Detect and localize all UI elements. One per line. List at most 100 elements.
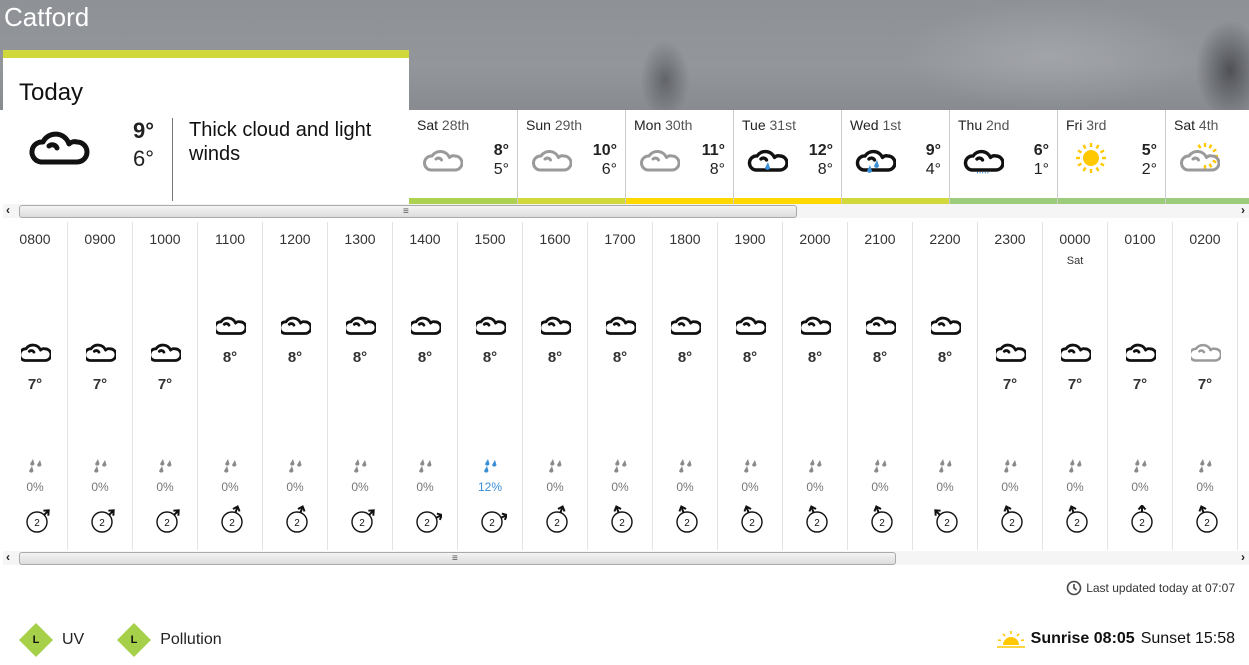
wind-speed: 2 <box>424 518 430 529</box>
wind-speed: 2 <box>229 518 235 529</box>
day-tab[interactable]: Sat 28th 8° 5° <box>409 110 517 204</box>
hour-column[interactable]: 2100 8° 0% 2 <box>848 222 913 550</box>
thick-cloud-icon <box>29 131 90 165</box>
heavy-rain-icon <box>855 149 896 173</box>
thick-cloud-icon <box>931 316 961 335</box>
location-name: Catford <box>4 2 90 32</box>
hour-time: 1700 <box>604 231 636 247</box>
hour-time: 1100 <box>214 231 246 247</box>
day-tab[interactable]: Tue 31st 12° 8° <box>733 110 841 204</box>
hourly-scroll-thumb[interactable]: ≡ <box>19 552 896 565</box>
scroll-right-icon[interactable]: › <box>1241 203 1245 217</box>
day-low-temp: 1° <box>1033 161 1049 178</box>
day-name: Sat 4th <box>1174 117 1219 133</box>
hour-column[interactable]: 1700 8° 0% 2 <box>588 222 653 550</box>
last-updated: Last updated today at 07:07 <box>1066 580 1235 596</box>
hourly-scrollbar[interactable]: ‹ ≡ › <box>3 550 1249 565</box>
hour-column[interactable]: 2200 8° 0% 2 <box>913 222 978 550</box>
day-low-temp: 4° <box>925 161 941 178</box>
hour-time: 2000 <box>799 231 831 247</box>
today-low-temp: 6° <box>133 146 155 171</box>
wind-speed: 2 <box>34 518 40 529</box>
today-high-temp: 9° <box>133 118 155 143</box>
uv-badge[interactable]: L UV <box>19 623 84 657</box>
hour-temp: 7° <box>92 376 108 393</box>
hour-column[interactable]: 0900 7° 0% 2 <box>68 222 133 550</box>
hour-temp: 8° <box>482 349 498 366</box>
daily-forecast-strip: Sat 28th 8° 5° Sun 29th 10° 6° Mon 30th 11° 8° Tu… <box>409 110 1249 204</box>
day-high-temp: 6° <box>1033 142 1049 159</box>
rain-drops-icon <box>549 459 562 473</box>
hour-time: 1200 <box>279 231 311 247</box>
wind-direction-icon: 2 <box>1066 505 1088 533</box>
hour-time: 1600 <box>539 231 571 247</box>
wind-direction-icon: 2 <box>286 505 308 533</box>
rain-drops-icon <box>874 459 887 473</box>
sunrise-icon <box>996 631 1025 648</box>
hour-column[interactable]: 1400 8° 0% 2 <box>393 222 458 550</box>
hour-column[interactable]: 2300 7° 0% 2 <box>978 222 1043 550</box>
wind-direction-icon: 2 <box>1001 505 1023 533</box>
wind-speed: 2 <box>944 518 950 529</box>
day-low-temp: 8° <box>817 161 833 178</box>
day-tab[interactable]: Sat 4th5°2° <box>1165 110 1249 204</box>
hour-time: 1900 <box>734 231 766 247</box>
hour-column[interactable]: 0100 7° 0% 2 <box>1108 222 1173 550</box>
scroll-right-icon[interactable]: › <box>1241 550 1245 564</box>
wind-direction-icon: 2 <box>611 505 633 533</box>
hour-column[interactable]: 1100 8° 0% 2 <box>198 222 263 550</box>
day-low-temp: 6° <box>601 161 617 178</box>
daily-scroll-thumb[interactable]: ≡ <box>19 205 797 218</box>
pollution-badge[interactable]: L Pollution <box>117 623 222 657</box>
wind-speed: 2 <box>489 518 495 529</box>
daily-scrollbar[interactable]: ‹ ≡ › <box>3 203 1249 218</box>
day-tab[interactable]: Fri 3rd 5° 2° <box>1057 110 1165 204</box>
hour-column[interactable]: 1000 7° 0% 2 <box>133 222 198 550</box>
hour-time: 0200 <box>1189 231 1221 247</box>
hour-column[interactable]: 1300 8° 0% 2 <box>328 222 393 550</box>
scroll-left-icon[interactable]: ‹ <box>6 550 10 564</box>
wind-direction-icon: 2 <box>91 509 115 533</box>
day-tab[interactable]: Sun 29th 10° 6° <box>517 110 625 204</box>
hour-time: 0900 <box>84 231 116 247</box>
hour-time: 2100 <box>864 231 896 247</box>
day-tab[interactable]: Thu 2nd 6° 1° <box>949 110 1057 204</box>
today-description: Thick cloud and light winds <box>189 119 372 165</box>
rain-chance: 0% <box>156 480 174 494</box>
pollution-level: L <box>130 634 138 646</box>
hour-column[interactable]: 1200 8° 0% 2 <box>263 222 328 550</box>
wind-direction-icon: 2 <box>26 509 50 533</box>
hour-column[interactable]: 1500 8° 12% 2 <box>458 222 523 550</box>
hour-column[interactable]: 1600 8° 0% 2 <box>523 222 588 550</box>
day-tab[interactable]: Mon 30th 11° 8° <box>625 110 733 204</box>
rain-drops-icon <box>1199 459 1212 473</box>
wind-direction-icon: 2 <box>221 505 243 533</box>
day-low-temp: 8° <box>709 161 725 178</box>
hour-time: 2200 <box>929 231 961 247</box>
hour-column[interactable]: 2000 8° 0% 2 <box>783 222 848 550</box>
today-label: Today <box>19 79 84 106</box>
wind-direction-icon: 2 <box>481 511 507 533</box>
day-tab[interactable]: Wed 1st 9° 4° <box>841 110 949 204</box>
sunny-intervals-icon <box>1180 143 1220 172</box>
day-high-temp: 11° <box>701 142 725 159</box>
thick-cloud-icon <box>21 343 51 362</box>
hour-column[interactable]: 1900 8° 0% 2 <box>718 222 783 550</box>
hour-column[interactable]: 0000 Sat 7° 0% 2 <box>1043 222 1108 550</box>
hour-temp: 7° <box>1067 376 1083 393</box>
day-high-temp: 9° <box>925 142 941 159</box>
day-name: Fri 3rd <box>1066 117 1107 133</box>
thick-cloud-icon <box>411 316 441 335</box>
uv-level: L <box>32 634 40 646</box>
rain-chance: 0% <box>871 480 889 494</box>
hour-column[interactable]: 0200 7° 0% 2 <box>1173 222 1238 550</box>
rain-drops-icon <box>289 459 302 473</box>
today-summary-card[interactable]: Today 9° 6° Thick cloud and light winds <box>3 50 409 203</box>
hour-column[interactable]: 0800 7° 0% 2 <box>3 222 68 550</box>
scroll-left-icon[interactable]: ‹ <box>6 203 10 217</box>
rain-drops-icon <box>1069 459 1082 473</box>
day-name: Sun 29th <box>526 117 583 133</box>
hour-column[interactable]: 1800 8° 0% 2 <box>653 222 718 550</box>
rain-drops-icon <box>354 459 367 473</box>
environment-badges: L UV L Pollution <box>19 623 256 657</box>
